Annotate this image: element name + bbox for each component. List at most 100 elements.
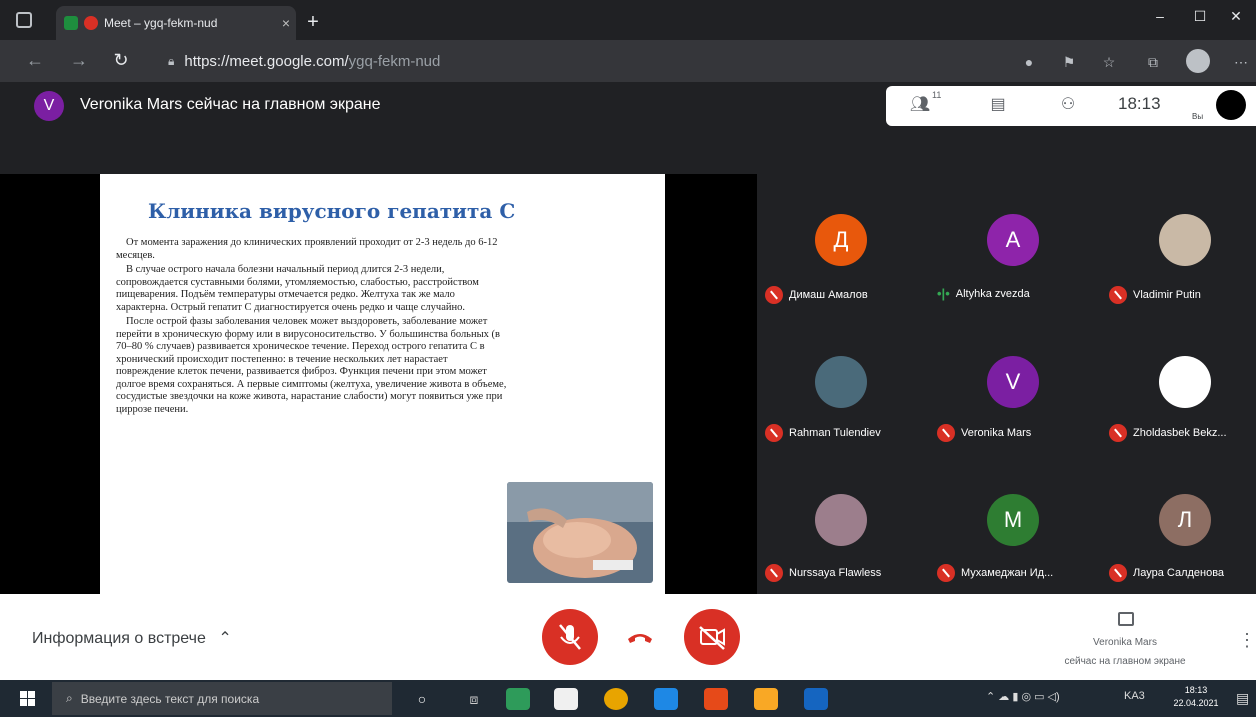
mic-off-icon (559, 624, 581, 650)
presentation-icon[interactable] (1118, 612, 1134, 626)
mic-off-icon (765, 564, 783, 582)
minimize-button[interactable]: – (1140, 8, 1180, 24)
participant-tile[interactable]: Димаш Амалов (765, 286, 868, 304)
taskbar-time: 18:13 (1184, 685, 1208, 695)
participant-tile[interactable]: Мухамеджан Ид... (937, 564, 1053, 582)
chrome-icon[interactable] (604, 688, 628, 710)
taskbar-search[interactable]: ⌕ Введите здесь текст для поиска (52, 682, 392, 715)
taskbar-clock[interactable]: 18:13 22.04.2021 (1170, 684, 1222, 710)
participant-name: Veronika Mars (961, 427, 1032, 439)
mic-off-icon (937, 424, 955, 442)
speaking-icon: •|• (937, 286, 950, 301)
lock-icon: 🔒︎ (168, 53, 175, 68)
powerpoint-icon[interactable] (704, 688, 728, 710)
forward-icon[interactable]: → (66, 50, 92, 71)
self-view-avatar[interactable] (1216, 90, 1246, 120)
slide-paragraph: От момента заражения до клинических проя… (116, 237, 498, 261)
collections-icon[interactable]: ⧉ (1142, 54, 1164, 72)
favorite-star-icon[interactable]: ☆ (1098, 54, 1120, 72)
participants-icon[interactable]: 👥︎ (906, 94, 934, 118)
participant-name: Nurssaya Flawless (789, 567, 882, 579)
participant-name: Лаура Салденова (1133, 567, 1225, 579)
participant-tile[interactable]: •|• Altyhka zvezda (937, 286, 1030, 301)
participant-avatar: A (987, 214, 1039, 266)
hangup-icon (628, 634, 652, 643)
word-icon[interactable] (804, 688, 828, 710)
participant-avatar (815, 356, 867, 408)
participant-name: Димаш Амалов (789, 289, 868, 301)
close-button[interactable]: ✕ (1216, 8, 1256, 25)
recording-icon (84, 16, 98, 30)
mic-off-icon (1109, 564, 1127, 582)
browser-menu-icon[interactable] (16, 12, 32, 28)
edge-icon[interactable] (654, 688, 678, 710)
more-options-icon[interactable]: ⋮ (1238, 630, 1256, 651)
participant-avatar (1159, 214, 1211, 266)
reload-icon[interactable]: ↻ (108, 50, 134, 71)
participant-avatar: V (987, 356, 1039, 408)
chat-icon[interactable]: ▤ (984, 94, 1012, 118)
cortana-icon[interactable]: ○ (410, 688, 434, 710)
participant-tile[interactable]: Nurssaya Flawless (765, 564, 881, 582)
slide-paragraph: В случае острого начала болезни начальны… (116, 264, 479, 313)
meeting-details-label: Информация о встрече (32, 630, 206, 647)
store-icon[interactable] (554, 688, 578, 710)
activities-icon[interactable]: ⚇ (1054, 94, 1082, 118)
address-bar[interactable]: 🔒︎ https://meet.google.com/ygq-fekm-nud (160, 46, 1040, 76)
participant-name: Vladimir Putin (1133, 289, 1201, 301)
meeting-clock: 18:13 (1118, 94, 1161, 113)
slide-photo (507, 482, 653, 583)
participant-count: 11 (932, 90, 942, 100)
leave-call-button[interactable] (612, 609, 668, 665)
presenting-status: сейчас на главном экране (1064, 656, 1186, 667)
tab-close-icon[interactable]: × (276, 15, 296, 31)
presenter-status: Veronika Mars сейчас на главном экране (80, 96, 381, 113)
new-tab-button[interactable]: + (302, 12, 324, 32)
notifications-icon[interactable]: ▤ (1236, 690, 1249, 707)
mic-off-icon (1109, 424, 1127, 442)
participant-tile[interactable]: Лаура Салденова (1109, 564, 1224, 582)
windows-start-icon[interactable] (20, 691, 36, 707)
participant-tile[interactable]: Vladimir Putin (1109, 286, 1201, 304)
camera-toggle-button[interactable] (684, 609, 740, 665)
participant-name: Altyhka zvezda (955, 287, 1030, 300)
browser-tab[interactable]: Meet – ygq-fekm-nud × (56, 6, 296, 40)
mic-off-icon (937, 564, 955, 582)
participant-name: Мухамеджан Ид... (961, 567, 1054, 579)
app-icon-1[interactable] (506, 688, 530, 710)
participant-name: Zholdasbek Bekz... (1133, 427, 1227, 439)
participant-avatar: Д (815, 214, 867, 266)
file-explorer-icon[interactable] (754, 688, 778, 710)
input-language[interactable]: KA3 (1124, 690, 1145, 702)
slide-paragraph: После острой фазы заболевания человек мо… (116, 316, 507, 415)
back-icon[interactable]: ← (22, 50, 48, 71)
participant-avatar: Л (1159, 494, 1211, 546)
mic-toggle-button[interactable] (542, 609, 598, 665)
search-placeholder: Введите здесь текст для поиска (80, 691, 260, 706)
extension-icon[interactable]: ⚑ (1058, 54, 1080, 72)
participant-tile[interactable]: Rahman Tulendiev (765, 424, 881, 442)
participant-tile[interactable]: Zholdasbek Bekz... (1109, 424, 1227, 442)
task-view-icon[interactable]: ⧈ (462, 688, 486, 710)
mic-off-icon (1109, 286, 1127, 304)
participant-avatar (1159, 356, 1211, 408)
chevron-up-icon: ⌃ (218, 630, 232, 647)
maximize-button[interactable]: ☐ (1180, 8, 1220, 25)
presenting-name: Veronika Mars (1093, 637, 1157, 648)
taskbar-date: 22.04.2021 (1173, 698, 1219, 708)
url-host: https://meet.google.com/ (184, 52, 349, 70)
slide-title: Клиника вирусного гепатита С (148, 199, 516, 223)
url-path: ygq-fekm-nud (348, 52, 441, 70)
participant-avatar (815, 494, 867, 546)
mic-off-icon (765, 424, 783, 442)
participant-avatar: M (987, 494, 1039, 546)
camera-permission-icon[interactable]: ● (1018, 54, 1040, 72)
participant-tile[interactable]: Veronika Mars (937, 424, 1031, 442)
tray-icons[interactable]: ⌃ ☁ ▮ ◎ ▭ ◁) (986, 690, 1060, 703)
meeting-details-button[interactable]: Информация о встрече ⌃ (32, 628, 232, 648)
presenter-avatar: V (34, 91, 64, 121)
you-label: Вы (1192, 112, 1204, 121)
profile-avatar[interactable] (1186, 49, 1210, 73)
search-icon: ⌕ (66, 691, 73, 705)
more-menu-icon[interactable]: ⋯ (1230, 54, 1252, 72)
